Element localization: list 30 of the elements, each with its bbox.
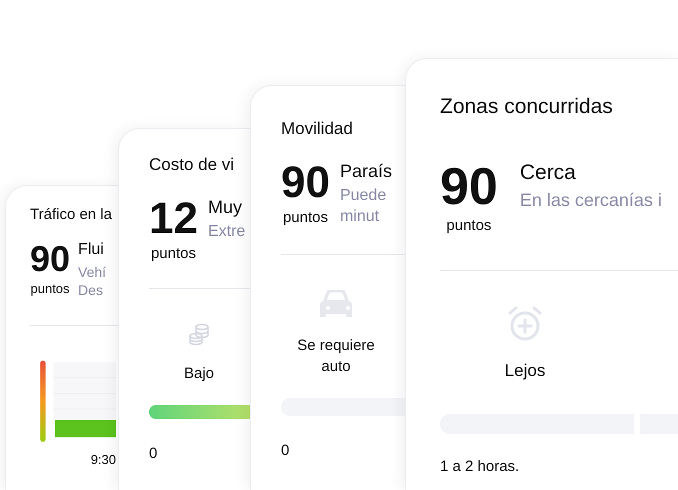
alarm-clock-icon (506, 305, 544, 343)
meter-reading: 0 (149, 444, 158, 462)
score-unit: puntos (150, 245, 196, 262)
card-title: Tráfico en la (30, 206, 113, 223)
meter-reading: 1 a 2 horas. (440, 458, 520, 475)
description-text: Puede minut (340, 186, 388, 227)
description-text: En las cercanías i (520, 189, 662, 212)
car-icon (319, 288, 353, 319)
status-text: Flui (78, 241, 105, 259)
card-title: Movilidad (281, 119, 354, 139)
score-value: 90 (281, 161, 330, 205)
meter-reading: 0 (281, 442, 290, 460)
coins-icon (188, 323, 210, 347)
description-text: Extre (208, 222, 246, 242)
score-value: 90 (30, 241, 70, 277)
card-title: Costo de vi (149, 155, 236, 175)
status-text: Cerca (520, 161, 577, 185)
category-label: Se requiere auto (296, 336, 376, 378)
description-text: Vehí Des (78, 263, 106, 300)
category-label: Lejos (504, 360, 546, 382)
score-value: 90 (440, 161, 498, 213)
time-label: 9:30 (90, 452, 116, 468)
status-text: Muy (208, 197, 243, 218)
score-unit: puntos (30, 281, 70, 296)
score-unit: puntos (282, 209, 328, 226)
score-unit: puntos (446, 217, 492, 234)
score-value: 12 (149, 197, 198, 241)
card-title: Zonas concurridas (440, 95, 614, 119)
status-text: Paraís (340, 161, 392, 182)
category-label: Bajo (182, 364, 216, 384)
